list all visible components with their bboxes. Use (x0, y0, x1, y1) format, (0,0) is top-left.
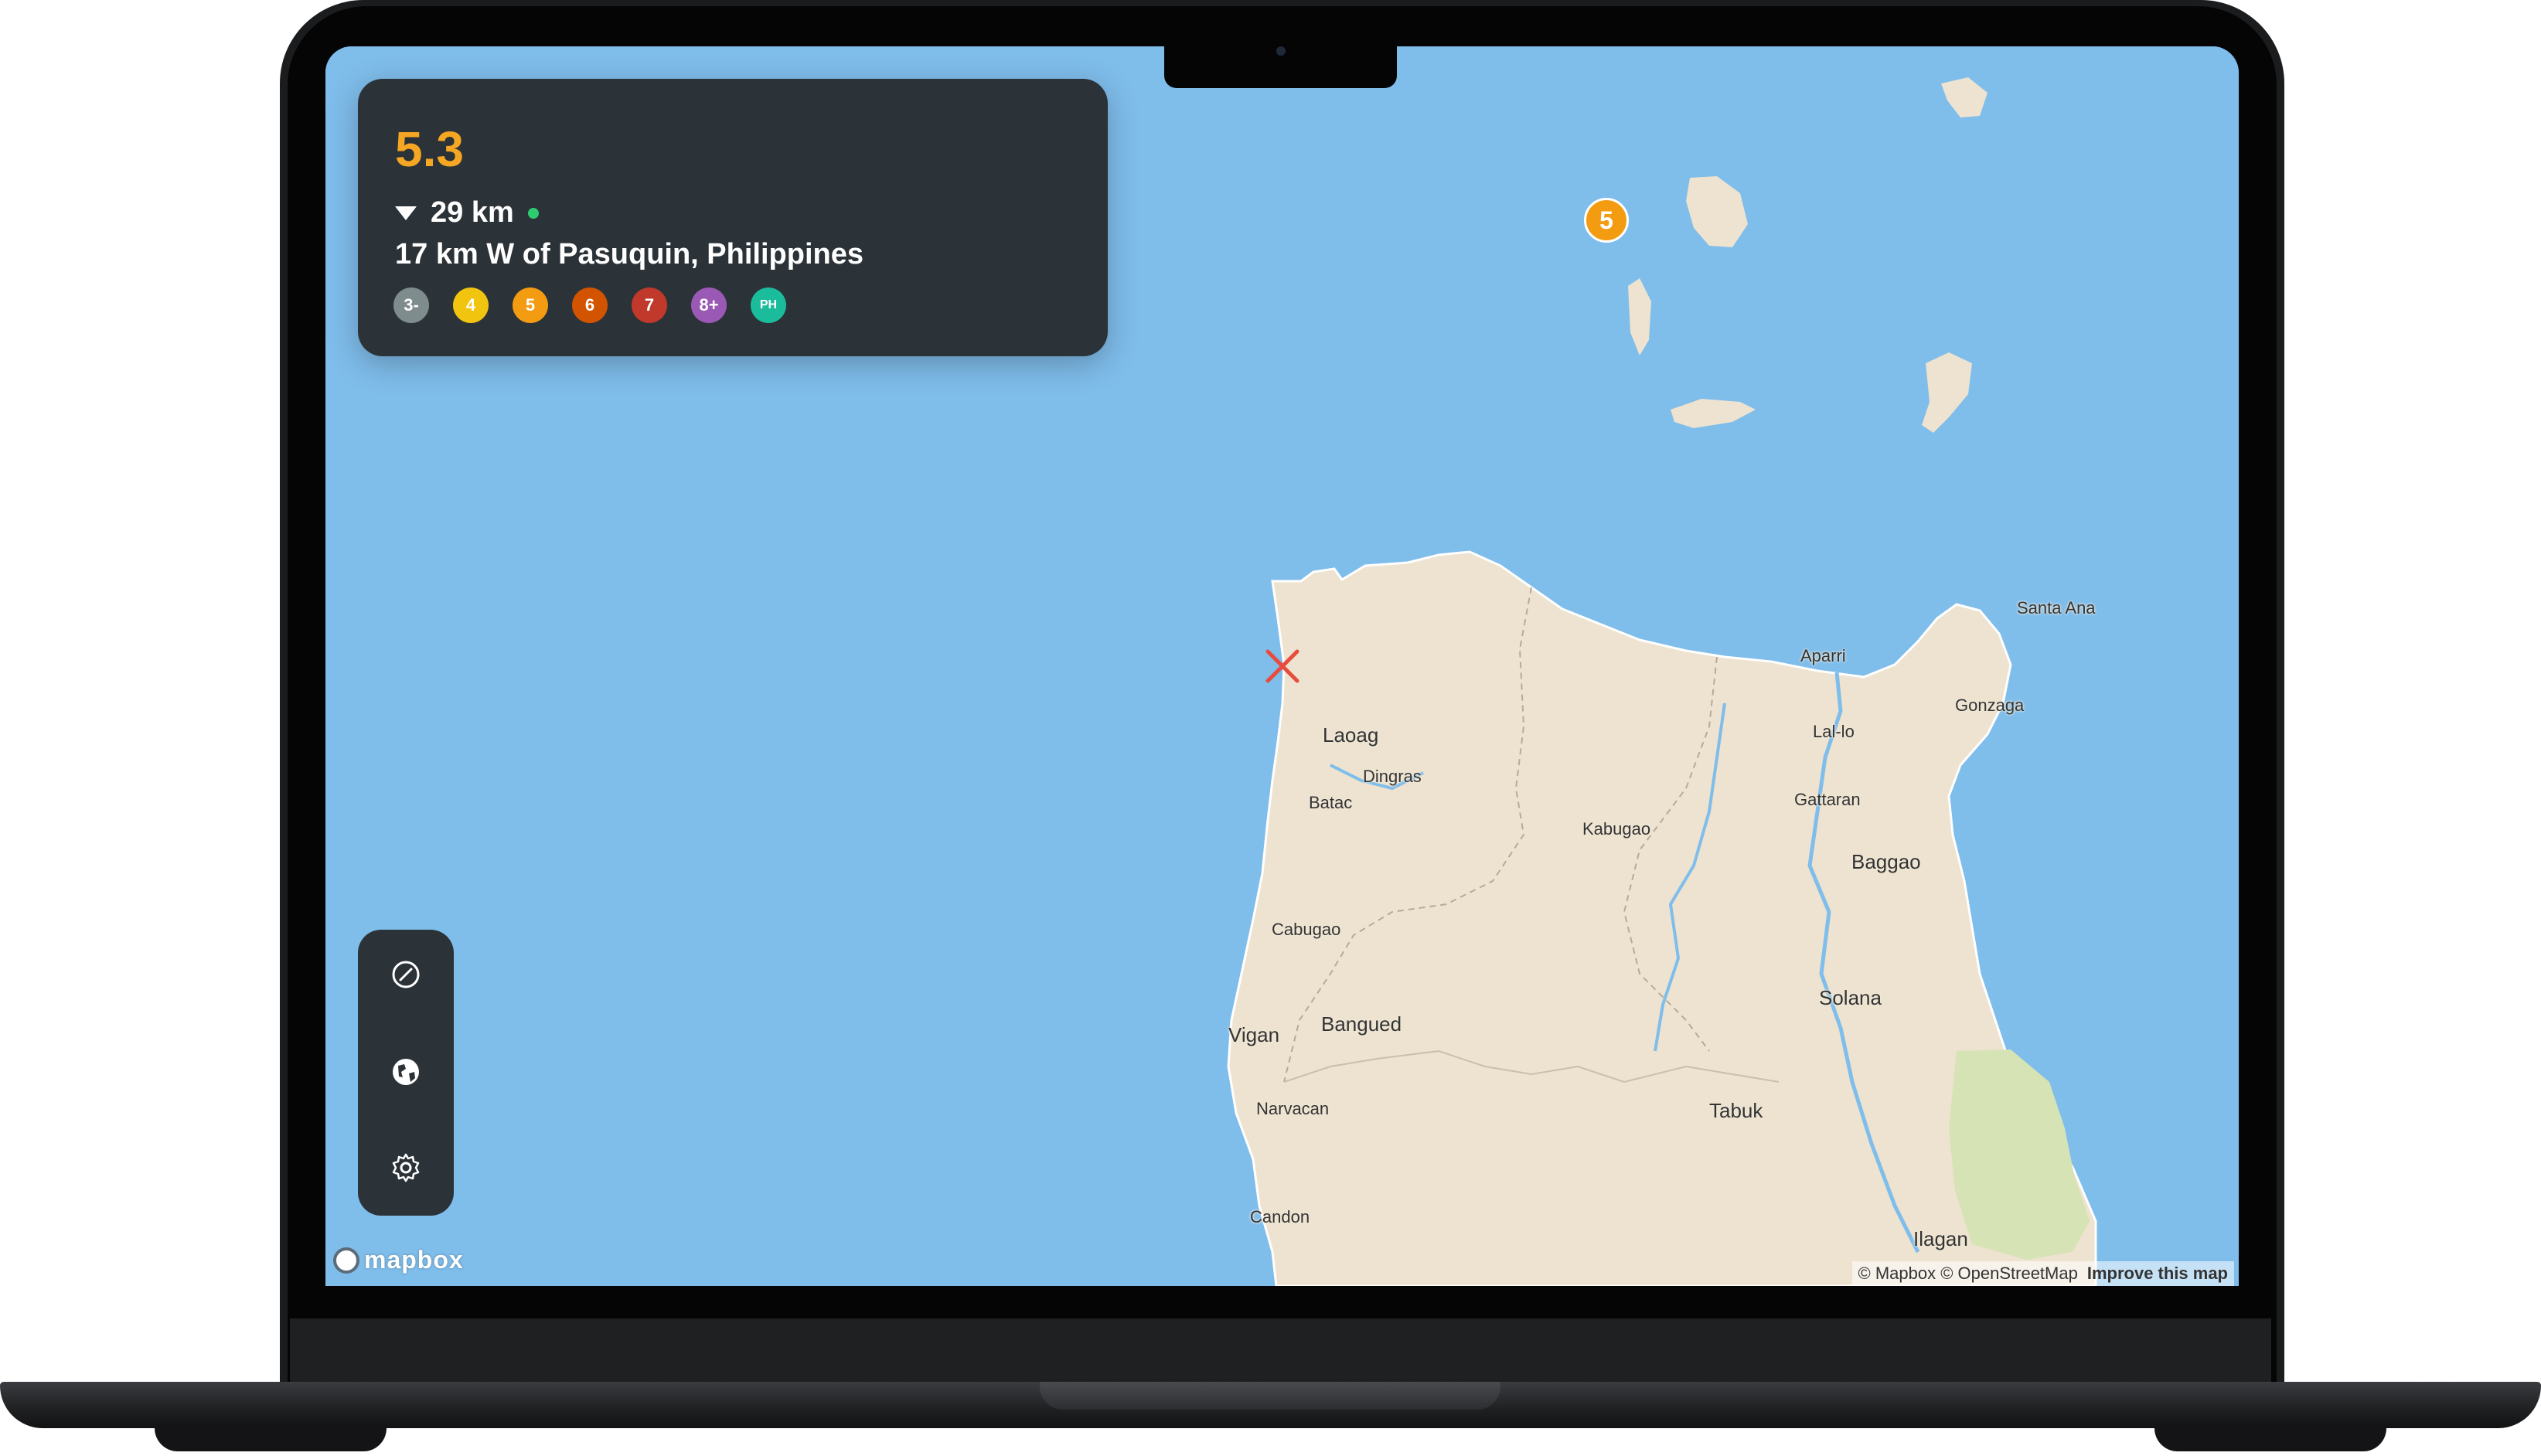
earthquake-info-panel[interactable]: 5.3 29 km 17 km W of Pasuquin, Philippin… (358, 79, 1108, 356)
legend-badge-label: 6 (584, 295, 595, 315)
map-toolbar (358, 930, 454, 1216)
depth-row: 29 km (395, 196, 539, 230)
magnitude-legend: 3- 4 5 6 7 8+ PH (393, 287, 786, 323)
depth-value: 29 km (431, 196, 514, 229)
place-label-lal-lo: Lal-lo (1813, 722, 1855, 741)
legend-badge-label: 8+ (699, 295, 719, 315)
place-label-gattaran: Gattaran (1794, 790, 1861, 809)
mapbox-logo[interactable]: mapbox (333, 1246, 464, 1274)
place-label-kabugao: Kabugao (1582, 819, 1651, 839)
x-marker-icon[interactable] (1263, 647, 1302, 685)
laptop-foot-right (2154, 1428, 2386, 1451)
legend-badge-label: PH (759, 298, 778, 311)
laptop-base-notch (1040, 1382, 1500, 1410)
attribution-text[interactable]: © Mapbox © OpenStreetMap (1858, 1264, 2078, 1284)
globe-icon (393, 1059, 419, 1085)
map-attribution: © Mapbox © OpenStreetMap Improve this ma… (1851, 1261, 2234, 1286)
place-label-candon: Candon (1250, 1207, 1310, 1226)
mapbox-logo-text: mapbox (364, 1246, 464, 1274)
place-label-tabuk: Tabuk (1709, 1099, 1763, 1122)
improve-map-link[interactable]: Improve this map (2087, 1264, 2228, 1284)
globe-button[interactable] (383, 1049, 429, 1095)
legend-badge-label: 5 (525, 295, 536, 315)
location-label: 17 km W of Pasuquin, Philippines (395, 238, 863, 270)
place-label-cabugao: Cabugao (1272, 920, 1341, 939)
compass-icon (392, 961, 420, 988)
legend-badge-4[interactable]: 4 (453, 287, 489, 323)
place-label-vigan: Vigan (1228, 1023, 1280, 1046)
legend-badge-8-plus[interactable]: 8+ (691, 287, 727, 323)
cluster-count: 5 (1599, 206, 1613, 234)
legend-badge-6[interactable]: 6 (572, 287, 608, 323)
legend-badge-7[interactable]: 7 (632, 287, 667, 323)
laptop-foot-left (155, 1428, 387, 1451)
place-label-baggao: Baggao (1851, 850, 1921, 873)
legend-badge-ph[interactable]: PH (751, 287, 786, 323)
place-label-batac: Batac (1309, 793, 1353, 812)
gear-icon (392, 1153, 420, 1182)
place-label-solana: Solana (1819, 986, 1882, 1009)
camera-icon (1276, 46, 1286, 56)
place-label-ilagan: Ilagan (1913, 1227, 1968, 1250)
cluster-marker[interactable]: 5 (1584, 198, 1629, 243)
compass-button[interactable] (383, 951, 429, 998)
place-label-aparri: Aparri (1800, 646, 1846, 665)
legend-badge-label: 7 (644, 295, 655, 315)
settings-button[interactable] (383, 1145, 429, 1191)
live-status-dot (527, 207, 539, 219)
legend-badge-label: 3- (404, 295, 419, 315)
place-label-bangued: Bangued (1321, 1012, 1402, 1036)
app-screen: Laoag Dingras Batac Cabugao Vigan Bangue… (325, 46, 2239, 1286)
place-label-gonzaga: Gonzaga (1955, 696, 2025, 715)
magnitude-value: 5.3 (395, 121, 464, 177)
place-label-laoag: Laoag (1323, 723, 1379, 747)
mapbox-mark-icon (333, 1247, 359, 1274)
laptop-chin (290, 1318, 2271, 1388)
legend-badge-label: 4 (465, 295, 476, 315)
place-label-narvacan: Narvacan (1256, 1099, 1330, 1118)
depth-arrow-icon (395, 206, 417, 220)
place-label-santa-ana: Santa Ana (2017, 598, 2096, 617)
place-label-dingras: Dingras (1363, 767, 1422, 786)
legend-badge-5[interactable]: 5 (513, 287, 548, 323)
legend-badge-3-minus[interactable]: 3- (393, 287, 429, 323)
